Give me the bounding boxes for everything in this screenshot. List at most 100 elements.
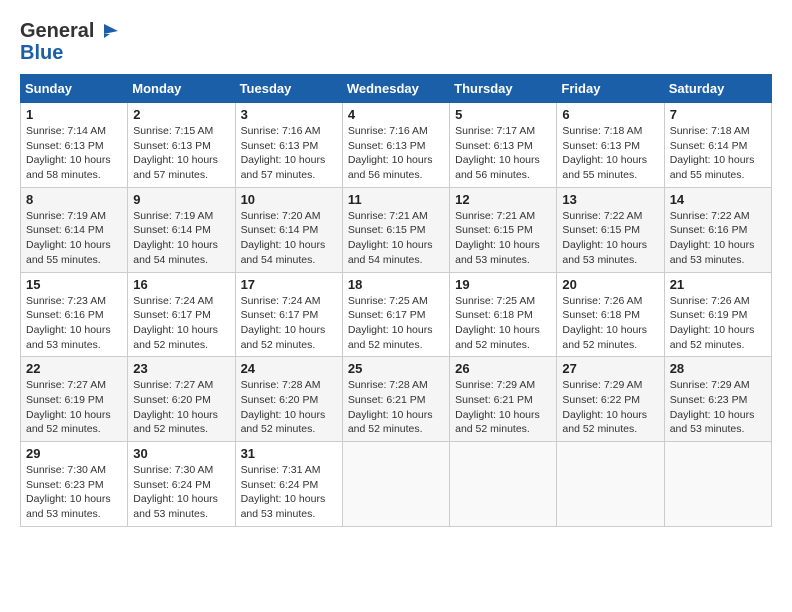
cell-info: Sunrise: 7:27 AMSunset: 6:19 PMDaylight:…	[26, 379, 111, 435]
cell-info: Sunrise: 7:26 AMSunset: 6:19 PMDaylight:…	[670, 295, 755, 351]
calendar-cell: 11Sunrise: 7:21 AMSunset: 6:15 PMDayligh…	[342, 187, 449, 272]
cell-info: Sunrise: 7:29 AMSunset: 6:23 PMDaylight:…	[670, 379, 755, 435]
calendar-cell	[450, 442, 557, 527]
cell-info: Sunrise: 7:29 AMSunset: 6:21 PMDaylight:…	[455, 379, 540, 435]
cell-info: Sunrise: 7:16 AMSunset: 6:13 PMDaylight:…	[241, 125, 326, 181]
cell-info: Sunrise: 7:19 AMSunset: 6:14 PMDaylight:…	[26, 210, 111, 266]
cell-info: Sunrise: 7:24 AMSunset: 6:17 PMDaylight:…	[133, 295, 218, 351]
logo-general: General	[20, 20, 94, 42]
weekday-header: Saturday	[664, 75, 771, 103]
logo-bird-icon	[96, 20, 118, 42]
logo-blue: Blue	[20, 42, 118, 64]
day-number: 7	[670, 107, 766, 122]
calendar-cell: 17Sunrise: 7:24 AMSunset: 6:17 PMDayligh…	[235, 272, 342, 357]
calendar-cell: 28 Sunrise: 7:29 AMSunset: 6:23 PMDayligh…	[664, 357, 771, 442]
calendar-cell: 12 Sunrise: 7:21 AMSunset: 6:15 PMDayligh…	[450, 187, 557, 272]
weekday-header: Tuesday	[235, 75, 342, 103]
calendar-week-row: 29Sunrise: 7:30 AMSunset: 6:23 PMDayligh…	[21, 442, 772, 527]
day-number: 28	[670, 361, 766, 376]
cell-info: Sunrise: 7:24 AMSunset: 6:17 PMDaylight:…	[241, 295, 326, 351]
day-number: 29	[26, 446, 122, 461]
day-number: 6	[562, 107, 658, 122]
cell-info: Sunrise: 7:29 AMSunset: 6:22 PMDaylight:…	[562, 379, 647, 435]
cell-info: Sunrise: 7:15 AMSunset: 6:13 PMDaylight:…	[133, 125, 218, 181]
calendar-table: SundayMondayTuesdayWednesdayThursdayFrid…	[20, 74, 772, 527]
calendar-body: 1Sunrise: 7:14 AMSunset: 6:13 PMDaylight…	[21, 103, 772, 527]
cell-info: Sunrise: 7:30 AMSunset: 6:24 PMDaylight:…	[133, 464, 218, 520]
day-number: 4	[348, 107, 444, 122]
day-number: 31	[241, 446, 337, 461]
calendar-cell: 9Sunrise: 7:19 AMSunset: 6:14 PMDaylight…	[128, 187, 235, 272]
cell-info: Sunrise: 7:22 AMSunset: 6:15 PMDaylight:…	[562, 210, 647, 266]
page-header: General Blue	[20, 20, 772, 64]
calendar-cell: 30 Sunrise: 7:30 AMSunset: 6:24 PMDayligh…	[128, 442, 235, 527]
calendar-cell: 24 Sunrise: 7:28 AMSunset: 6:20 PMDayligh…	[235, 357, 342, 442]
cell-info: Sunrise: 7:25 AMSunset: 6:18 PMDaylight:…	[455, 295, 540, 351]
calendar-cell: 2 Sunrise: 7:15 AMSunset: 6:13 PMDaylight…	[128, 103, 235, 188]
calendar-cell	[557, 442, 664, 527]
calendar-cell: 29Sunrise: 7:30 AMSunset: 6:23 PMDayligh…	[21, 442, 128, 527]
cell-info: Sunrise: 7:16 AMSunset: 6:13 PMDaylight:…	[348, 125, 433, 181]
cell-info: Sunrise: 7:20 AMSunset: 6:14 PMDaylight:…	[241, 210, 326, 266]
weekday-header: Thursday	[450, 75, 557, 103]
cell-info: Sunrise: 7:18 AMSunset: 6:13 PMDaylight:…	[562, 125, 647, 181]
calendar-cell	[664, 442, 771, 527]
calendar-cell: 13 Sunrise: 7:22 AMSunset: 6:15 PMDayligh…	[557, 187, 664, 272]
day-number: 13	[562, 192, 658, 207]
day-number: 2	[133, 107, 229, 122]
calendar-cell: 21 Sunrise: 7:26 AMSunset: 6:19 PMDayligh…	[664, 272, 771, 357]
day-number: 21	[670, 277, 766, 292]
day-number: 12	[455, 192, 551, 207]
calendar-cell: 3 Sunrise: 7:16 AMSunset: 6:13 PMDaylight…	[235, 103, 342, 188]
calendar-cell: 26Sunrise: 7:29 AMSunset: 6:21 PMDayligh…	[450, 357, 557, 442]
calendar-cell: 1Sunrise: 7:14 AMSunset: 6:13 PMDaylight…	[21, 103, 128, 188]
cell-info: Sunrise: 7:17 AMSunset: 6:13 PMDaylight:…	[455, 125, 540, 181]
weekday-row: SundayMondayTuesdayWednesdayThursdayFrid…	[21, 75, 772, 103]
cell-info: Sunrise: 7:28 AMSunset: 6:20 PMDaylight:…	[241, 379, 326, 435]
weekday-header: Wednesday	[342, 75, 449, 103]
day-number: 22	[26, 361, 122, 376]
cell-info: Sunrise: 7:25 AMSunset: 6:17 PMDaylight:…	[348, 295, 433, 351]
calendar-cell: 20Sunrise: 7:26 AMSunset: 6:18 PMDayligh…	[557, 272, 664, 357]
cell-info: Sunrise: 7:28 AMSunset: 6:21 PMDaylight:…	[348, 379, 433, 435]
calendar-cell: 25 Sunrise: 7:28 AMSunset: 6:21 PMDayligh…	[342, 357, 449, 442]
day-number: 14	[670, 192, 766, 207]
calendar-cell: 6 Sunrise: 7:18 AMSunset: 6:13 PMDaylight…	[557, 103, 664, 188]
cell-info: Sunrise: 7:22 AMSunset: 6:16 PMDaylight:…	[670, 210, 755, 266]
calendar-cell	[342, 442, 449, 527]
day-number: 8	[26, 192, 122, 207]
day-number: 18	[348, 277, 444, 292]
calendar-cell: 16Sunrise: 7:24 AMSunset: 6:17 PMDayligh…	[128, 272, 235, 357]
weekday-header: Sunday	[21, 75, 128, 103]
calendar-cell: 27 Sunrise: 7:29 AMSunset: 6:22 PMDayligh…	[557, 357, 664, 442]
day-number: 20	[562, 277, 658, 292]
cell-info: Sunrise: 7:27 AMSunset: 6:20 PMDaylight:…	[133, 379, 218, 435]
calendar-week-row: 1Sunrise: 7:14 AMSunset: 6:13 PMDaylight…	[21, 103, 772, 188]
calendar-cell: 18 Sunrise: 7:25 AMSunset: 6:17 PMDayligh…	[342, 272, 449, 357]
day-number: 30	[133, 446, 229, 461]
day-number: 23	[133, 361, 229, 376]
day-number: 24	[241, 361, 337, 376]
cell-info: Sunrise: 7:21 AMSunset: 6:15 PMDaylight:…	[455, 210, 540, 266]
day-number: 1	[26, 107, 122, 122]
calendar-cell: 8 Sunrise: 7:19 AMSunset: 6:14 PMDaylight…	[21, 187, 128, 272]
weekday-header: Friday	[557, 75, 664, 103]
day-number: 10	[241, 192, 337, 207]
day-number: 3	[241, 107, 337, 122]
day-number: 25	[348, 361, 444, 376]
calendar-cell: 23 Sunrise: 7:27 AMSunset: 6:20 PMDayligh…	[128, 357, 235, 442]
logo: General Blue	[20, 20, 118, 64]
cell-info: Sunrise: 7:31 AMSunset: 6:24 PMDaylight:…	[241, 464, 326, 520]
calendar-cell: 10 Sunrise: 7:20 AMSunset: 6:14 PMDayligh…	[235, 187, 342, 272]
cell-info: Sunrise: 7:18 AMSunset: 6:14 PMDaylight:…	[670, 125, 755, 181]
day-number: 11	[348, 192, 444, 207]
calendar-cell: 31 Sunrise: 7:31 AMSunset: 6:24 PMDayligh…	[235, 442, 342, 527]
day-number: 27	[562, 361, 658, 376]
day-number: 19	[455, 277, 551, 292]
calendar-cell: 14 Sunrise: 7:22 AMSunset: 6:16 PMDayligh…	[664, 187, 771, 272]
calendar-cell: 4 Sunrise: 7:16 AMSunset: 6:13 PMDaylight…	[342, 103, 449, 188]
calendar-week-row: 15Sunrise: 7:23 AMSunset: 6:16 PMDayligh…	[21, 272, 772, 357]
calendar-cell: 15Sunrise: 7:23 AMSunset: 6:16 PMDayligh…	[21, 272, 128, 357]
calendar-week-row: 8 Sunrise: 7:19 AMSunset: 6:14 PMDaylight…	[21, 187, 772, 272]
cell-info: Sunrise: 7:23 AMSunset: 6:16 PMDaylight:…	[26, 295, 111, 351]
